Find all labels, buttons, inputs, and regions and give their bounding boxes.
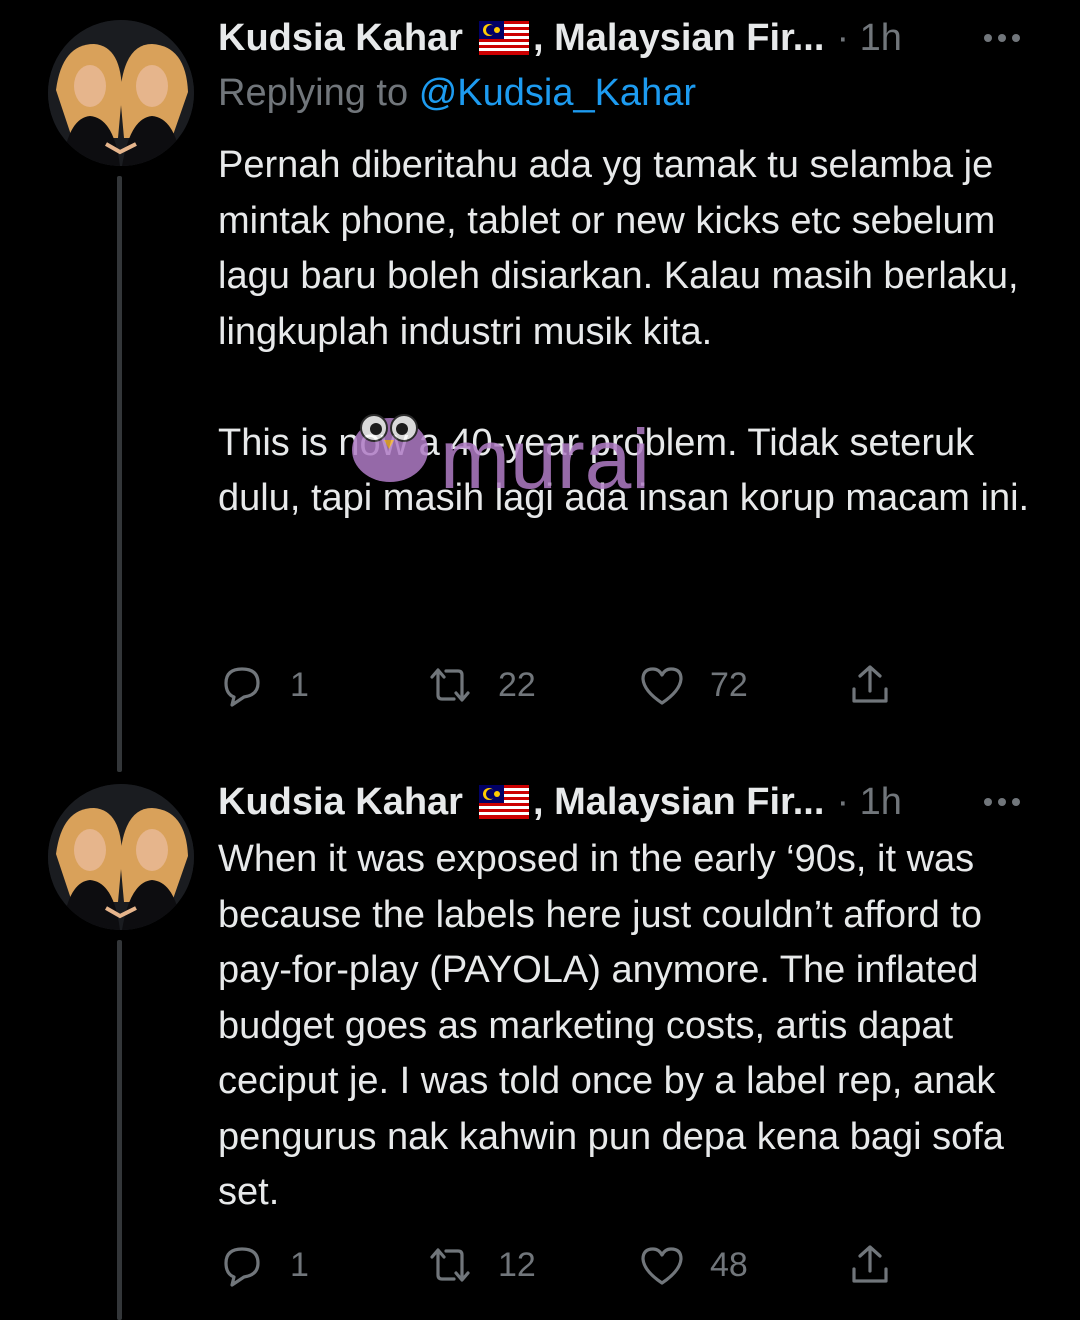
more-options-icon[interactable] xyxy=(980,16,1024,60)
tweet-text: When it was exposed in the early ‘90s, i… xyxy=(218,832,1048,1221)
share-icon xyxy=(852,665,888,703)
tweet-paragraph: Pernah diberitahu ada yg tamak tu selamb… xyxy=(218,144,1019,353)
share-button[interactable] xyxy=(846,660,918,710)
tweet-actions: 1 22 72 xyxy=(218,660,918,710)
tweet-header: Kudsia Kahar , Malaysian Fir... · 1h xyxy=(218,14,1040,62)
reply-icon xyxy=(224,1247,260,1287)
tweet-header: Kudsia Kahar , Malaysian Fir... · 1h xyxy=(218,778,1040,826)
author-org: , Malaysian Fir... xyxy=(532,16,825,59)
thread-line xyxy=(117,940,122,1320)
reply-icon xyxy=(224,667,260,707)
tweet-2[interactable]: Kudsia Kahar , Malaysian Fir... · 1h Whe… xyxy=(0,778,1080,1320)
reply-button[interactable]: 1 xyxy=(218,1240,309,1290)
more-options-icon[interactable] xyxy=(980,780,1024,824)
tweet-actions: 1 12 48 xyxy=(218,1240,918,1290)
author-name[interactable]: Kudsia Kahar xyxy=(218,781,463,824)
replying-handle-link[interactable]: @Kudsia_Kahar xyxy=(419,72,696,114)
avatar[interactable] xyxy=(48,784,194,930)
retweet-icon xyxy=(430,668,470,702)
author-name[interactable]: Kudsia Kahar xyxy=(218,17,463,60)
like-count: 72 xyxy=(710,665,748,704)
like-count: 48 xyxy=(710,1245,748,1284)
retweet-count: 12 xyxy=(498,1245,536,1284)
tweet-1[interactable]: Kudsia Kahar , Malaysian Fir... · 1h Rep… xyxy=(0,0,1080,780)
share-icon xyxy=(852,1245,888,1283)
like-button[interactable]: 48 xyxy=(638,1240,748,1290)
reply-button[interactable]: 1 xyxy=(218,660,309,710)
reply-count: 1 xyxy=(290,1245,309,1284)
retweet-count: 22 xyxy=(498,665,536,704)
author-org: , Malaysian Fir... xyxy=(532,780,825,823)
tweet-paragraph: When it was exposed in the early ‘90s, i… xyxy=(218,838,1004,1213)
avatar[interactable] xyxy=(48,20,194,166)
tweet-paragraph: This is now a 40-year problem. Tidak set… xyxy=(218,421,1030,520)
like-button[interactable]: 72 xyxy=(638,660,748,710)
malaysia-flag-icon xyxy=(478,785,529,819)
retweet-button[interactable]: 22 xyxy=(426,660,536,710)
timestamp[interactable]: · 1h xyxy=(836,17,901,60)
reply-count: 1 xyxy=(290,665,309,704)
thread-line xyxy=(117,176,122,772)
malaysia-flag-icon xyxy=(478,21,529,55)
replying-prefix: Replying to xyxy=(218,72,409,114)
heart-icon xyxy=(641,667,683,705)
heart-icon xyxy=(641,1247,683,1285)
share-button[interactable] xyxy=(846,1240,918,1290)
retweet-button[interactable]: 12 xyxy=(426,1240,536,1290)
replying-to: Replying to @Kudsia_Kahar xyxy=(218,72,696,115)
tweet-text: Pernah diberitahu ada yg tamak tu selamb… xyxy=(218,138,1048,527)
retweet-icon xyxy=(430,1248,470,1282)
timestamp[interactable]: · 1h xyxy=(836,781,901,824)
